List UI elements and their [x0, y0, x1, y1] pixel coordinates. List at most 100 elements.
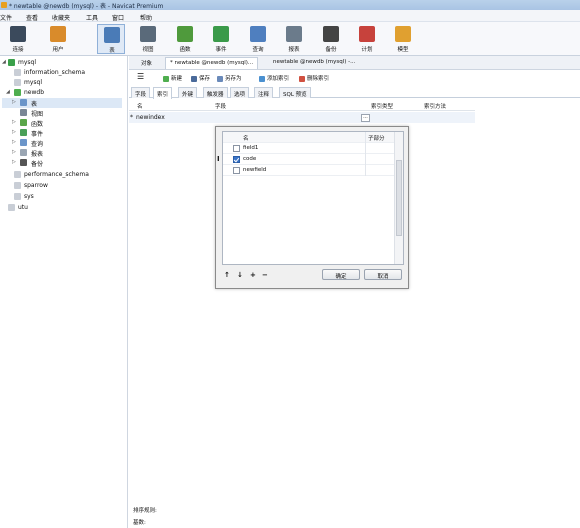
model-icon: [395, 26, 411, 42]
menu-favorites[interactable]: 收藏夹: [52, 13, 70, 22]
save-button[interactable]: 保存: [191, 74, 210, 82]
tab-indexes[interactable]: 索引: [153, 87, 173, 99]
connection-icon: [8, 59, 15, 66]
column-header-name: 名: [137, 104, 143, 110]
delete-index-icon: [299, 75, 305, 82]
database-icon: [14, 193, 21, 200]
delete-index-button[interactable]: 删除索引: [299, 74, 329, 82]
move-down-button[interactable]: ↓: [237, 271, 243, 279]
add-field-button[interactable]: +: [250, 271, 256, 279]
table-row[interactable]: * newindex ...: [129, 112, 475, 123]
view-button[interactable]: 视图: [134, 24, 162, 54]
menu-tools[interactable]: 工具: [86, 13, 98, 22]
move-up-button[interactable]: ↑: [224, 271, 230, 279]
tree-item-mysql-connection[interactable]: ◢ mysql: [2, 58, 122, 68]
column-header-index-method: 索引方法: [424, 104, 447, 110]
events-icon: [20, 129, 27, 136]
menu-icon[interactable]: ☰: [137, 72, 144, 81]
text-cursor-icon: I: [217, 155, 220, 163]
connect-button[interactable]: 连接: [4, 24, 32, 54]
queries-icon: [20, 139, 27, 146]
new-button[interactable]: 新建: [163, 74, 182, 82]
vertical-scrollbar[interactable]: [394, 132, 403, 264]
menu-window[interactable]: 窗口: [112, 13, 124, 22]
field-list-header: 名 子部分: [223, 132, 395, 143]
code-checkbox[interactable]: [233, 156, 240, 163]
column-header-index-type: 索引类型: [371, 104, 394, 110]
tab-sql-preview[interactable]: SQL 预览: [279, 87, 311, 98]
tree-item-reports[interactable]: ▷ 报表: [2, 148, 122, 158]
tab-objects[interactable]: 对象: [137, 57, 156, 69]
report-button[interactable]: 报表: [280, 24, 308, 54]
tree-item-information-schema[interactable]: information_schema: [2, 68, 122, 78]
menu-bar: 文件 查看 收藏夹 工具 窗口 帮助: [0, 10, 580, 22]
tree-item-sys[interactable]: sys: [2, 192, 122, 202]
tree-item-queries[interactable]: ▷ 查询: [2, 138, 122, 148]
view-icon: [140, 26, 156, 42]
edit-toolbar: ☰ 新建 保存 另存为 添加索引 删除索引: [129, 70, 580, 86]
connection-tree: ◢ mysql information_schema mysql ◢ newdb ▷…: [0, 56, 128, 528]
menu-file[interactable]: 文件: [0, 13, 12, 22]
index-properties: 排序规则: 基数:: [129, 498, 580, 528]
cancel-button[interactable]: 取消: [364, 269, 402, 280]
tree-item-tables[interactable]: ▷ 表: [2, 98, 122, 108]
menu-view[interactable]: 查看: [26, 13, 38, 22]
tree-item-performance-schema[interactable]: performance_schema: [2, 170, 122, 180]
tree-item-sparrow[interactable]: sparrow: [2, 181, 122, 191]
add-index-button[interactable]: 添加索引: [259, 74, 289, 82]
save-as-icon: [217, 75, 223, 82]
index-name-cell[interactable]: newindex: [136, 114, 165, 121]
ok-button[interactable]: 确定: [322, 269, 360, 280]
save-as-button[interactable]: 另存为: [217, 74, 242, 82]
new-icon: [163, 75, 169, 82]
table-button[interactable]: 表: [97, 24, 125, 54]
tree-item-mysql-db[interactable]: mysql: [2, 78, 122, 88]
backup-button[interactable]: 备份: [317, 24, 345, 54]
tree-item-newdb[interactable]: ◢ newdb: [2, 88, 122, 98]
query-button[interactable]: 查询: [244, 24, 272, 54]
scrollbar-thumb[interactable]: [396, 160, 402, 236]
object-tab-bar: 对象 * newtable @newdb (mysql)... newtable…: [129, 56, 580, 70]
reports-icon: [20, 149, 27, 156]
remove-field-button[interactable]: −: [262, 271, 268, 279]
tab-newtable-design[interactable]: * newtable @newdb (mysql)...: [165, 57, 259, 69]
field-name: newfield: [243, 167, 267, 173]
cardinality-label: 基数:: [133, 520, 146, 526]
views-icon: [20, 109, 27, 116]
tab-comment[interactable]: 注释: [254, 87, 274, 98]
menu-help[interactable]: 帮助: [140, 13, 152, 22]
design-tabs: 字段 索引 外键 触发器 选项 注释 SQL 预览: [129, 86, 580, 99]
tree-item-backups[interactable]: ▷ 备份: [2, 158, 122, 168]
database-icon: [14, 171, 21, 178]
window-title: * newtable @newdb (mysql) - 表 - Navicat …: [9, 3, 164, 10]
tab-fields[interactable]: 字段: [131, 87, 151, 98]
event-button[interactable]: 事件: [207, 24, 235, 54]
list-item-code[interactable]: I code: [217, 154, 395, 165]
tree-item-views[interactable]: 视图: [2, 108, 122, 118]
model-button[interactable]: 模型: [389, 24, 417, 54]
tab-triggers[interactable]: 触发器: [203, 87, 228, 98]
list-item-newfield[interactable]: newfield: [223, 165, 395, 176]
list-item-field1[interactable]: field1: [223, 143, 395, 154]
tab-newtable-data[interactable]: newtable @newdb (mysql) -...: [269, 57, 359, 69]
tree-item-events[interactable]: ▷ 事件: [2, 128, 122, 138]
user-button[interactable]: 用户: [44, 24, 72, 54]
user-icon: [50, 26, 66, 42]
row-marker: *: [130, 114, 133, 121]
newfield-checkbox[interactable]: [233, 167, 240, 174]
fields-ellipsis-button[interactable]: ...: [361, 114, 370, 122]
plug-icon: [10, 26, 26, 42]
function-icon: [177, 26, 193, 42]
tree-item-utu[interactable]: utu: [2, 203, 122, 213]
sort-rule-label: 排序规则:: [133, 508, 157, 514]
field-name: field1: [243, 145, 259, 151]
tab-foreign-keys[interactable]: 外键: [178, 87, 198, 98]
schedule-button[interactable]: 计划: [353, 24, 381, 54]
tab-options[interactable]: 选项: [230, 87, 250, 98]
tree-item-functions[interactable]: ▷ 函数: [2, 118, 122, 128]
connection-icon: [8, 204, 15, 211]
function-button[interactable]: 函数: [171, 24, 199, 54]
field1-checkbox[interactable]: [233, 145, 240, 152]
database-icon: [14, 69, 21, 76]
field-name: code: [243, 156, 257, 162]
